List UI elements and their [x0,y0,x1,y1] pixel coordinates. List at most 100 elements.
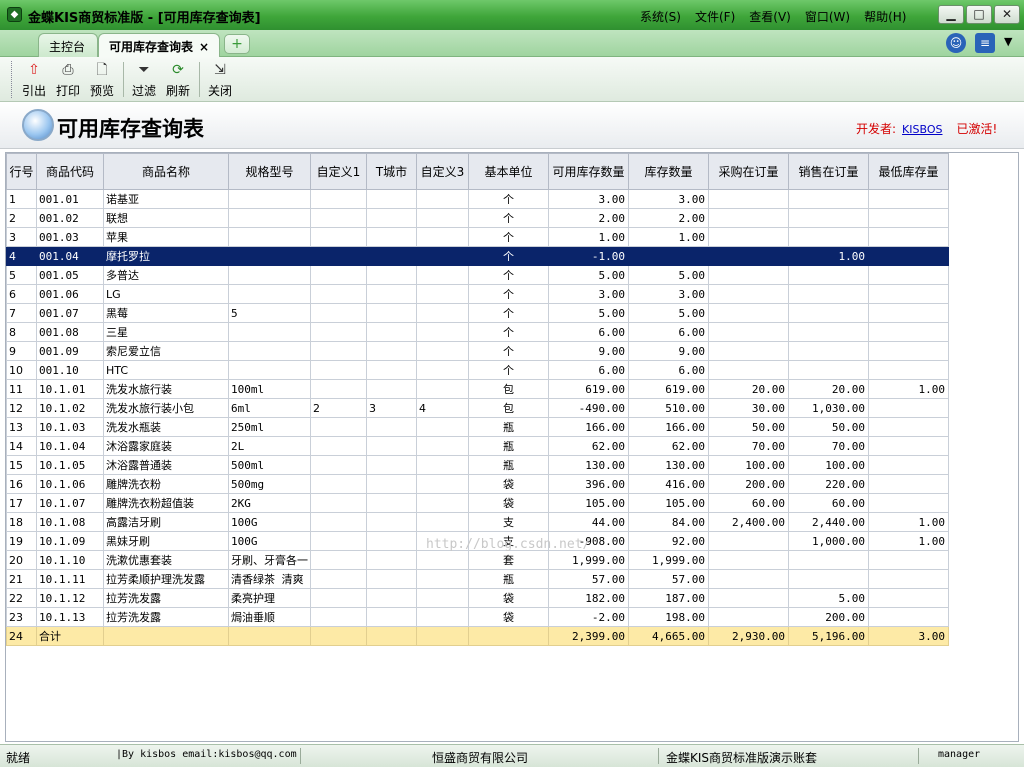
menu-system[interactable]: 系统(S) [640,8,681,25]
table-cell[interactable]: 105.00 [628,493,709,513]
table-cell[interactable]: 6.00 [548,322,629,342]
table-cell[interactable] [708,607,789,627]
column-header[interactable]: 商品代码 [36,153,104,190]
table-cell[interactable] [416,626,469,646]
table-cell[interactable]: 57.00 [628,569,709,589]
table-cell[interactable] [228,246,311,266]
table-cell[interactable]: 001.10 [36,360,104,380]
table-cell[interactable]: 2 [6,208,37,228]
table-cell[interactable]: 高露洁牙刷 [103,512,229,532]
table-cell[interactable] [366,607,417,627]
table-cell[interactable]: 10.1.12 [36,588,104,608]
table-cell[interactable] [310,588,367,608]
table-cell[interactable]: 2,930.00 [708,626,789,646]
table-cell[interactable]: 100G [228,512,311,532]
table-cell[interactable] [788,360,869,380]
table-cell[interactable] [788,303,869,323]
table-cell[interactable]: 1 [6,189,37,209]
table-cell[interactable]: -2.00 [548,607,629,627]
table-cell[interactable]: 14 [6,436,37,456]
table-cell[interactable] [788,550,869,570]
table-cell[interactable] [366,550,417,570]
table-cell[interactable]: 1.00 [548,227,629,247]
table-cell[interactable] [366,512,417,532]
table-row[interactable]: 23 10.1.13 拉芳洗发露 焗油垂顺 袋 -2.00 198.00 200.00 [6,607,949,627]
table-cell[interactable] [788,569,869,589]
table-cell[interactable] [366,322,417,342]
table-cell[interactable]: 22 [6,588,37,608]
column-header[interactable]: 最低库存量 [868,153,949,190]
table-cell[interactable]: 个 [468,265,549,285]
table-cell[interactable]: 1.00 [868,512,949,532]
table-cell[interactable]: 洗发水旅行装小包 [103,398,229,418]
table-cell[interactable]: 2.00 [628,208,709,228]
table-cell[interactable]: 001.02 [36,208,104,228]
table-cell[interactable] [366,436,417,456]
table-cell[interactable] [868,246,949,266]
table-row[interactable]: 20 10.1.10 洗漱优惠套装 牙刷、牙膏各一套 1,999.00 1,999.00 [6,550,949,570]
table-cell[interactable]: 18 [6,512,37,532]
table-cell[interactable]: 1,030.00 [788,398,869,418]
table-cell[interactable]: 200.00 [708,474,789,494]
table-cell[interactable] [366,569,417,589]
table-cell[interactable] [310,246,367,266]
table-cell[interactable] [416,512,469,532]
table-cell[interactable] [416,607,469,627]
table-cell[interactable]: 10.1.10 [36,550,104,570]
table-cell[interactable] [708,531,789,551]
table-cell[interactable]: 11 [6,379,37,399]
table-row[interactable]: 16 10.1.06 雕牌洗衣粉 500mg 袋 396.00 416.00 200.00 22… [6,474,949,494]
table-cell[interactable] [708,208,789,228]
table-cell[interactable]: 20.00 [708,379,789,399]
table-cell[interactable]: 3 [366,398,417,418]
table-cell[interactable]: 001.05 [36,265,104,285]
menu-file[interactable]: 文件(F) [695,8,735,25]
table-cell[interactable] [366,455,417,475]
table-cell[interactable] [366,303,417,323]
table-cell[interactable] [416,360,469,380]
table-row[interactable]: 17 10.1.07 雕牌洗衣粉超值装 2KG 袋 105.00 105.00 60.00 60… [6,493,949,513]
table-row[interactable]: 18 10.1.08 高露洁牙刷 100G 支 44.00 84.00 2,400.00 2,4… [6,512,949,532]
table-cell[interactable] [708,189,789,209]
table-cell[interactable]: 3.00 [548,189,629,209]
table-cell[interactable]: 袋 [468,588,549,608]
table-cell[interactable] [416,493,469,513]
table-cell[interactable]: 13 [6,417,37,437]
column-header[interactable]: 规格型号 [228,153,311,190]
table-cell[interactable] [416,246,469,266]
table-cell[interactable] [366,417,417,437]
table-cell[interactable]: 60.00 [788,493,869,513]
table-cell[interactable]: 500ml [228,455,311,475]
table-cell[interactable]: 个 [468,360,549,380]
table-cell[interactable] [228,322,311,342]
table-cell[interactable]: 个 [468,227,549,247]
table-cell[interactable]: 多普达 [103,265,229,285]
table-cell[interactable] [708,550,789,570]
table-cell[interactable] [366,246,417,266]
table-cell[interactable]: 10.1.05 [36,455,104,475]
table-cell[interactable] [366,531,417,551]
table-cell[interactable]: 84.00 [628,512,709,532]
table-cell[interactable] [310,569,367,589]
table-cell[interactable] [310,493,367,513]
table-cell[interactable]: 10 [6,360,37,380]
table-cell[interactable] [366,474,417,494]
tab-stock-query[interactable]: 可用库存查询表 × [98,33,220,57]
table-cell[interactable]: 5.00 [548,303,629,323]
table-cell[interactable] [708,246,789,266]
table-cell[interactable]: 10.1.06 [36,474,104,494]
table-cell[interactable]: 9 [6,341,37,361]
table-cell[interactable]: 个 [468,246,549,266]
table-cell[interactable] [788,189,869,209]
table-cell[interactable]: 7 [6,303,37,323]
table-cell[interactable]: 20.00 [788,379,869,399]
table-cell[interactable] [868,417,949,437]
table-cell[interactable]: -1.00 [548,246,629,266]
table-cell[interactable]: 416.00 [628,474,709,494]
close-button[interactable]: ⇲ 关闭 [203,60,237,100]
table-cell[interactable]: 5.00 [628,265,709,285]
table-cell[interactable] [228,189,311,209]
table-cell[interactable]: 1.00 [788,246,869,266]
table-cell[interactable]: 5.00 [628,303,709,323]
table-cell[interactable] [868,303,949,323]
